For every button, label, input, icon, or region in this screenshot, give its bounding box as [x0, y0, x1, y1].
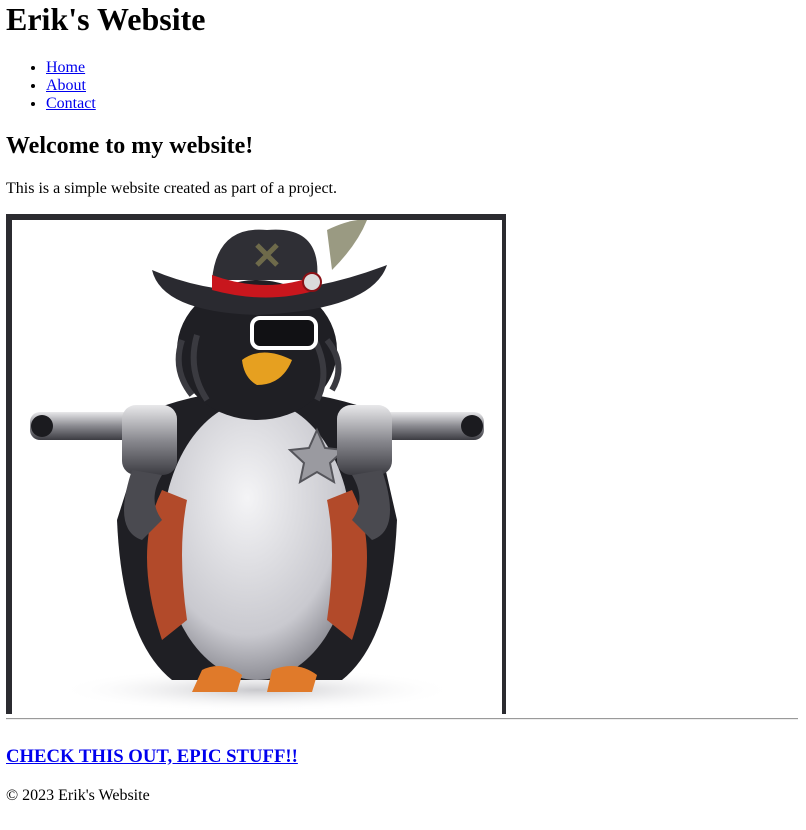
cta-link[interactable]: CHECK THIS OUT, EPIC STUFF!!: [6, 746, 298, 767]
cta-heading: CHECK THIS OUT, EPIC STUFF!!: [6, 746, 298, 768]
nav-link-about[interactable]: About: [46, 77, 86, 94]
site-title: Erik's Website: [6, 1, 206, 37]
main-nav: Home About Contact: [6, 59, 96, 113]
divider: [6, 718, 798, 720]
nav-item-about: About: [46, 77, 96, 95]
nav-item-home: Home: [46, 59, 96, 77]
intro-text: This is a simple website created as part…: [6, 180, 337, 197]
penguin-image-canvas: [12, 220, 502, 714]
nav-link-contact[interactable]: Contact: [46, 95, 96, 112]
footer: © 2023 Erik's Website: [6, 787, 150, 804]
cowboy-penguin-illustration: [30, 220, 484, 712]
nav-item-contact: Contact: [46, 95, 96, 113]
penguin-image: [6, 214, 506, 714]
welcome-heading: Welcome to my website!: [6, 133, 254, 159]
nav-link-home[interactable]: Home: [46, 59, 85, 76]
